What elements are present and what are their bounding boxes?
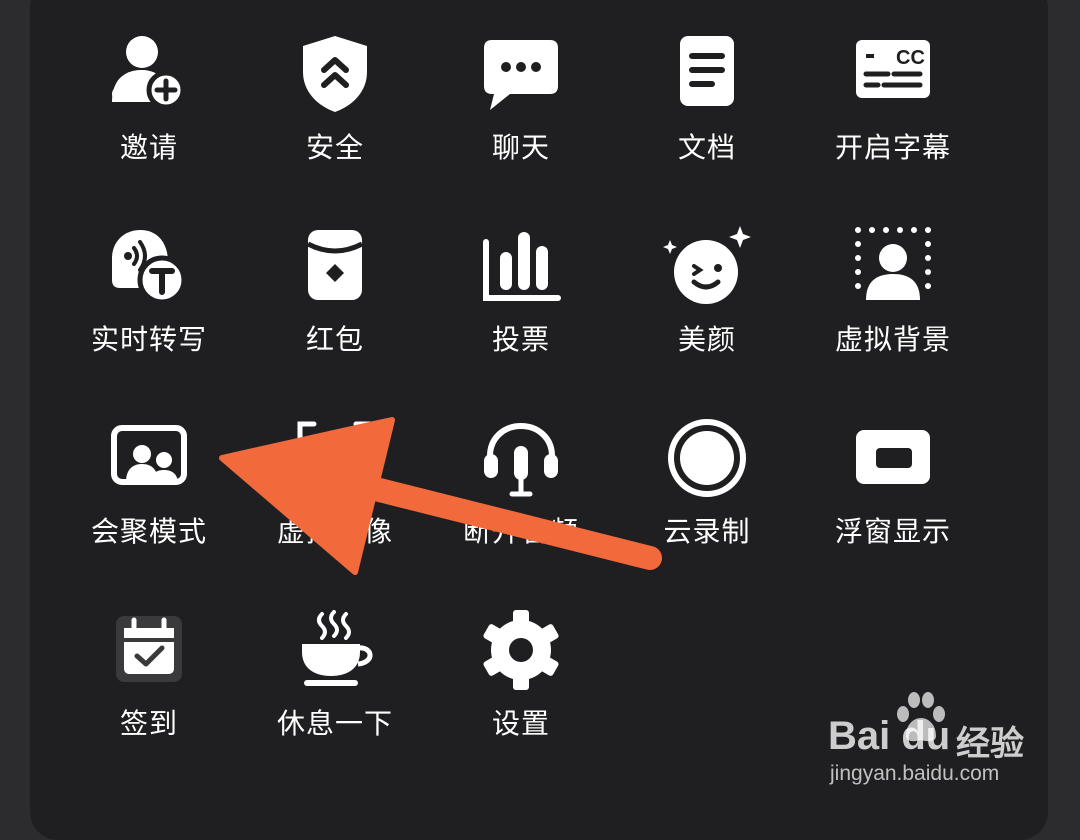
security-button[interactable]: 安全 [242,8,428,178]
document-button[interactable]: 文档 [614,8,800,178]
watermark-brand: Bai du [828,714,951,758]
floating-window-label: 浮窗显示 [834,515,951,548]
red-packet-label: 红包 [305,323,364,356]
floating-window-button[interactable]: 浮窗显示 [800,392,986,562]
red-packet-button[interactable]: 红包 [242,200,428,370]
coffee-break-label: 休息一下 [276,707,393,740]
invite-button[interactable]: 邀请 [56,8,242,178]
floating-window-icon [848,414,938,504]
watermark-brand-cn: 经验 [956,724,1024,764]
document-icon [662,30,752,120]
security-shield-icon [290,30,380,120]
virtual-background-label: 虚拟背景 [834,323,951,356]
virtual-avatar-button[interactable]: 虚拟头像 [242,392,428,562]
chat-button[interactable]: 聊天 [428,8,614,178]
coffee-break-button[interactable]: 休息一下 [242,584,428,754]
baidu-jingyan-watermark: Bai du 经验 jingyan.baidu.com [826,690,1036,790]
cloud-record-label: 云录制 [663,515,751,548]
document-label: 文档 [677,131,736,164]
virtual-avatar-label: 虚拟头像 [276,515,393,548]
beauty-label: 美颜 [677,323,736,356]
disconnect-audio-label: 断开音频 [462,515,579,548]
red-packet-icon [290,222,380,312]
virtual-avatar-icon [290,414,380,504]
beauty-face-icon [662,222,752,312]
vote-label: 投票 [491,323,550,356]
disconnect-audio-button[interactable]: 断开音频 [428,392,614,562]
settings-gear-icon [476,606,566,696]
subtitles-button[interactable]: CC 开启字幕 [800,8,986,178]
cloud-record-button[interactable]: 云录制 [614,392,800,562]
vote-button[interactable]: 投票 [428,200,614,370]
virtual-background-icon [848,222,938,312]
chat-bubble-icon [476,30,566,120]
check-in-button[interactable]: 签到 [56,584,242,754]
subtitles-label: 开启字幕 [834,131,951,164]
settings-button[interactable]: 设置 [428,584,614,754]
invite-label: 邀请 [119,131,178,164]
live-transcription-button[interactable]: 实时转写 [56,200,242,370]
security-label: 安全 [305,131,364,164]
virtual-background-button[interactable]: 虚拟背景 [800,200,986,370]
watermark-url: jingyan.baidu.com [830,762,1000,785]
live-transcription-icon [104,222,194,312]
headset-mic-icon [476,414,566,504]
svg-text:CC: CC [896,47,925,69]
cloud-record-icon [662,414,752,504]
check-in-label: 签到 [119,707,178,740]
together-mode-label: 会聚模式 [90,515,207,548]
beauty-button[interactable]: 美颜 [614,200,800,370]
vote-chart-icon [476,222,566,312]
settings-label: 设置 [491,707,550,740]
chat-label: 聊天 [491,131,550,164]
coffee-break-icon [290,606,380,696]
invite-user-icon [104,30,194,120]
subtitles-cc-icon: CC [848,30,938,120]
together-mode-icon [104,414,194,504]
live-transcription-label: 实时转写 [90,323,207,356]
together-mode-button[interactable]: 会聚模式 [56,392,242,562]
check-in-calendar-icon [104,606,194,696]
